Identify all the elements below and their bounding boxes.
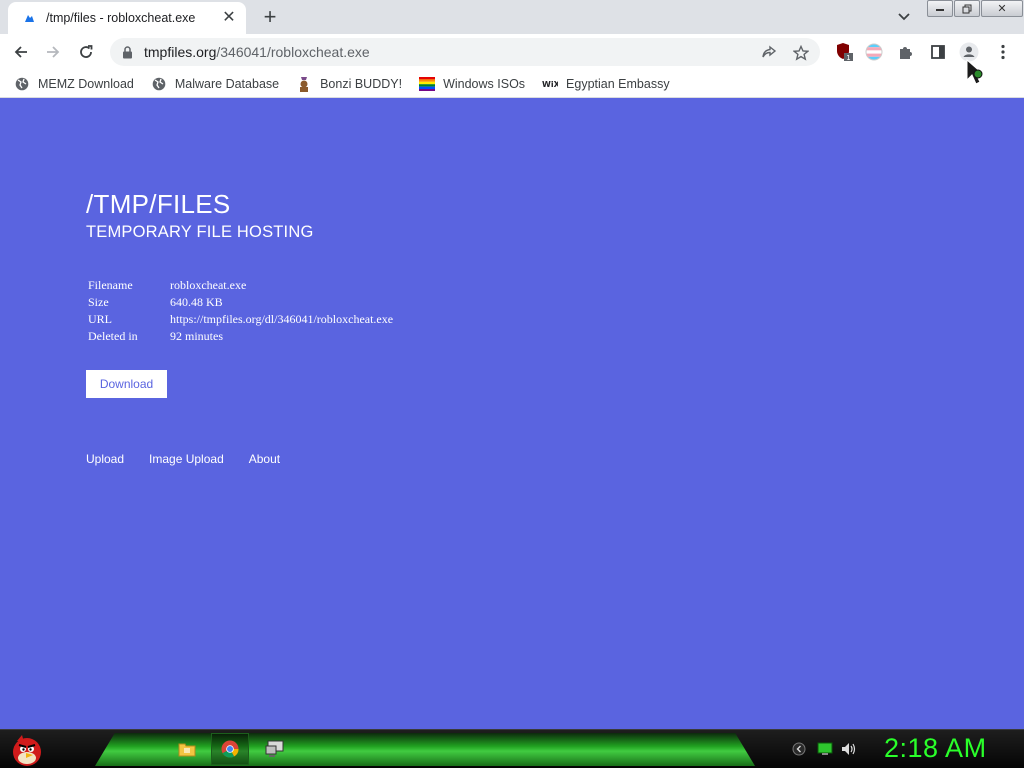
- mouse-cursor-icon: [964, 58, 992, 88]
- bookmark-label: MEMZ Download: [38, 76, 134, 91]
- bookmarks-bar: MEMZ Download Malware Database Bonzi BUD…: [0, 70, 1024, 98]
- trans-flag-extension-icon[interactable]: [864, 42, 884, 62]
- window-controls: ✕: [927, 0, 1024, 18]
- browser-tab[interactable]: /tmp/files - robloxcheat.exe ✕: [8, 2, 246, 34]
- share-icon[interactable]: [760, 44, 778, 62]
- site-title: /TMP/FILES: [86, 189, 231, 219]
- reload-icon[interactable]: [73, 39, 99, 65]
- forward-arrow-icon[interactable]: [40, 39, 66, 65]
- url-host: tmpfiles.org: [144, 44, 217, 60]
- back-arrow-icon[interactable]: [8, 39, 34, 65]
- url-text: tmpfiles.org/346041/robloxcheat.exe: [144, 44, 370, 60]
- cloud-favicon-icon: [22, 11, 36, 25]
- info-row-filename: Filename robloxcheat.exe: [88, 277, 393, 294]
- restore-button[interactable]: [954, 0, 980, 17]
- svg-text:WiX: WiX: [542, 80, 558, 89]
- tray-arrow-icon[interactable]: [790, 740, 808, 758]
- file-explorer-icon[interactable]: [168, 733, 206, 765]
- volume-icon[interactable]: [840, 740, 858, 758]
- site-subtitle: TEMPORARY FILE HOSTING: [86, 223, 314, 241]
- info-row-url: URL https://tmpfiles.org/dl/346041/roblo…: [88, 311, 393, 328]
- taskbar-clock[interactable]: 2:18 AM: [884, 733, 987, 764]
- remote-desktop-icon[interactable]: [256, 733, 294, 765]
- extension-badge: 1: [846, 54, 850, 62]
- ublock-extension-icon[interactable]: 1: [834, 42, 854, 62]
- bookmark-label: Windows ISOs: [443, 76, 526, 91]
- info-key: Filename: [88, 278, 133, 292]
- taskbar: 2:18 AM: [0, 729, 1024, 768]
- globe-icon: [14, 76, 30, 92]
- footer-nav: Upload Image Upload About: [86, 452, 305, 466]
- minimize-button[interactable]: [927, 0, 953, 17]
- kebab-menu-icon[interactable]: [993, 42, 1013, 62]
- file-info-table: Filename robloxcheat.exe Size 640.48 KB …: [88, 277, 393, 345]
- bookmark-label: Bonzi BUDDY!: [320, 76, 403, 91]
- globe-icon: [151, 76, 167, 92]
- url-path: /346041/robloxcheat.exe: [216, 44, 370, 60]
- bookmark-label: Egyptian Embassy: [566, 76, 670, 91]
- new-tab-button[interactable]: +: [258, 6, 282, 28]
- bookmark-windows-isos[interactable]: Windows ISOs: [419, 76, 525, 92]
- tab-close-icon[interactable]: ✕: [220, 9, 238, 27]
- bookmark-bonzi-buddy[interactable]: Bonzi BUDDY!: [296, 76, 402, 92]
- info-key: URL: [88, 312, 112, 326]
- bookmark-malware-database[interactable]: Malware Database: [151, 76, 279, 92]
- page-content: /TMP/FILES TEMPORARY FILE HOSTING Filena…: [0, 99, 1024, 729]
- info-value: 92 minutes: [170, 329, 223, 343]
- rainbow-flag-icon: [419, 76, 436, 92]
- tab-strip: /tmp/files - robloxcheat.exe ✕ + ✕: [0, 0, 1024, 34]
- info-value: https://tmpfiles.org/dl/346041/robloxche…: [170, 312, 394, 326]
- browser-toolbar: tmpfiles.org/346041/robloxcheat.exe 1: [0, 34, 1024, 70]
- side-panel-icon[interactable]: [928, 42, 948, 62]
- about-link[interactable]: About: [249, 452, 280, 466]
- download-button[interactable]: Download: [86, 370, 167, 398]
- lock-icon[interactable]: [120, 45, 134, 59]
- info-row-deleted-in: Deleted in 92 minutes: [88, 328, 393, 345]
- info-key: Size: [88, 295, 109, 309]
- bookmark-egyptian-embassy[interactable]: WiX Egyptian Embassy: [542, 76, 670, 92]
- info-key: Deleted in: [88, 329, 138, 343]
- bookmark-label: Malware Database: [174, 76, 280, 91]
- chrome-icon[interactable]: [211, 733, 249, 765]
- network-icon[interactable]: [816, 740, 834, 758]
- bookmark-memz-download[interactable]: MEMZ Download: [14, 76, 134, 92]
- upload-link[interactable]: Upload: [86, 452, 124, 466]
- info-row-size: Size 640.48 KB: [88, 294, 393, 311]
- tab-title: /tmp/files - robloxcheat.exe: [46, 11, 196, 25]
- start-button-angry-bird-icon[interactable]: [6, 730, 48, 768]
- address-bar[interactable]: tmpfiles.org/346041/robloxcheat.exe: [110, 38, 820, 66]
- bonzi-icon: [296, 76, 312, 92]
- info-value: 640.48 KB: [170, 295, 223, 309]
- puzzle-extensions-icon[interactable]: [896, 42, 916, 62]
- chevron-down-icon[interactable]: [894, 8, 914, 26]
- image-upload-link[interactable]: Image Upload: [149, 452, 224, 466]
- star-icon[interactable]: [792, 44, 810, 62]
- close-window-button[interactable]: ✕: [981, 0, 1023, 17]
- info-value: robloxcheat.exe: [170, 278, 247, 292]
- wix-icon: WiX: [542, 76, 558, 92]
